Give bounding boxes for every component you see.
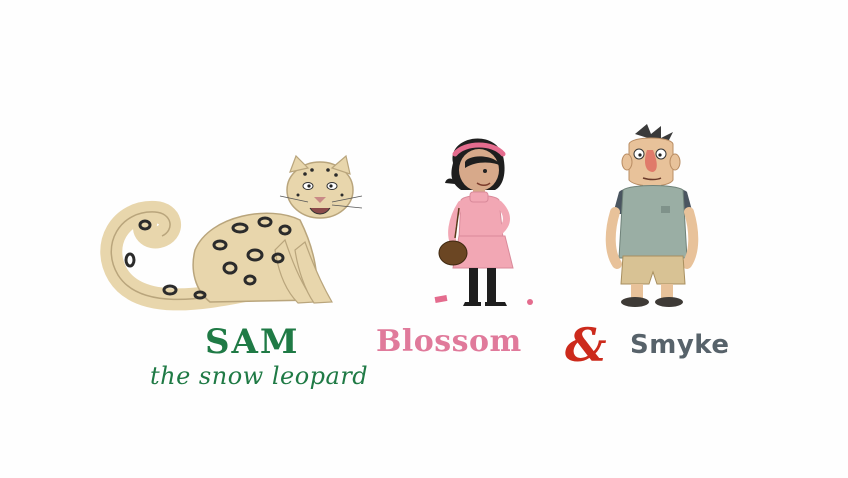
snow-leopard-illustration (100, 150, 370, 315)
blossom-title: Blossom (376, 324, 522, 359)
title-card: SAM the snow leopard Blossom & Smyke (0, 0, 848, 478)
sam-title: SAM (205, 322, 300, 362)
ampersand: & (565, 318, 607, 372)
sam-subtitle: the snow leopard (150, 362, 369, 390)
smyke-man-illustration (595, 122, 710, 312)
blossom-girl-illustration (425, 128, 545, 310)
smyke-title: Smyke (630, 330, 730, 360)
